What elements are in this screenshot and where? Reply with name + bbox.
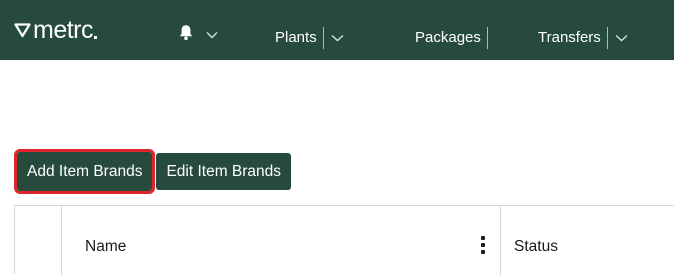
logo-triangle-icon bbox=[14, 22, 31, 38]
nav-item-label: Transfers bbox=[538, 29, 601, 46]
nav-divider bbox=[606, 27, 608, 49]
nav-item-plants[interactable]: Plants bbox=[275, 27, 344, 49]
nav-item-packages[interactable]: Packages bbox=[415, 27, 495, 49]
select-column-header[interactable] bbox=[15, 206, 62, 275]
column-menu-icon[interactable] bbox=[481, 236, 485, 254]
column-header-name[interactable]: Name bbox=[63, 206, 501, 275]
nav-divider bbox=[486, 27, 488, 49]
column-header-label: Status bbox=[514, 238, 558, 255]
chevron-down-icon[interactable] bbox=[615, 34, 628, 42]
logo-text: metrc bbox=[33, 16, 94, 44]
chevron-down-icon bbox=[206, 31, 218, 39]
chevron-down-icon[interactable] bbox=[331, 34, 344, 42]
notifications-menu[interactable] bbox=[178, 24, 218, 46]
nav-divider bbox=[322, 27, 324, 49]
bell-icon bbox=[178, 24, 194, 46]
top-navbar: metrc Plants Packages Transfers bbox=[0, 0, 674, 60]
logo-dot bbox=[94, 35, 97, 39]
grid-toolbar: Add Item Brands Edit Item Brands bbox=[13, 149, 292, 194]
edit-item-brands-button[interactable]: Edit Item Brands bbox=[156, 153, 292, 190]
nav-item-label: Packages bbox=[415, 29, 481, 46]
add-item-brands-button[interactable]: Add Item Brands bbox=[13, 149, 156, 194]
column-header-status[interactable]: Status bbox=[502, 206, 674, 275]
metrc-logo[interactable]: metrc bbox=[14, 16, 97, 44]
nav-item-label: Plants bbox=[275, 29, 317, 46]
nav-item-transfers[interactable]: Transfers bbox=[538, 27, 628, 49]
column-header-label: Name bbox=[85, 238, 127, 255]
item-brands-grid: Name Status bbox=[14, 205, 674, 275]
